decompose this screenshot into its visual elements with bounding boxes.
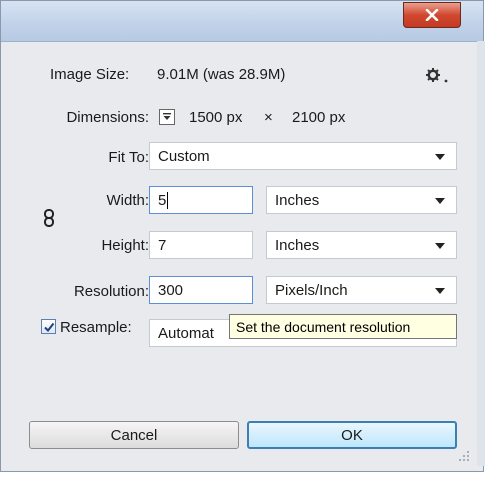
width-input[interactable]: 5 [149, 186, 253, 214]
gear-icon [426, 68, 448, 83]
cancel-button[interactable]: Cancel [29, 421, 239, 449]
chevron-down-icon [435, 243, 445, 249]
height-value: 7 [158, 236, 167, 254]
resize-grip[interactable] [457, 449, 471, 463]
resize-grip-icon [459, 451, 469, 461]
resolution-label: Resolution: [73, 283, 149, 300]
dropdown-toggle-icon [163, 113, 171, 120]
image-size-label: Image Size: [50, 66, 130, 83]
tooltip: Set the document resolution [229, 314, 457, 339]
width-label: Width: [106, 192, 149, 209]
width-unit-value: Inches [275, 191, 320, 209]
resolution-unit-value: Pixels/Inch [275, 281, 348, 299]
height-unit-select[interactable]: Inches [266, 231, 457, 259]
checkmark-icon [43, 322, 54, 332]
dimensions-label: Dimensions: [66, 109, 149, 126]
dimensions-unit-toggle[interactable] [159, 109, 175, 125]
settings-menu-button[interactable] [425, 65, 451, 85]
width-value: 5 [158, 191, 167, 209]
resample-checkbox[interactable] [41, 319, 56, 334]
height-input[interactable]: 7 [149, 231, 253, 259]
chevron-down-icon [435, 154, 445, 160]
chevron-down-icon [435, 198, 445, 204]
ok-button[interactable]: OK [247, 421, 457, 449]
image-size-value: 9.01M (was 28.9M) [157, 66, 286, 83]
constrain-proportions-toggle[interactable] [42, 208, 56, 228]
chain-link-icon [44, 209, 54, 227]
close-icon [425, 9, 439, 21]
dimensions-height-value: 2100 px [292, 109, 346, 126]
window-edge [477, 41, 485, 466]
text-cursor [167, 191, 169, 209]
resolution-input[interactable]: 300 [149, 276, 253, 304]
fit-to-select[interactable]: Custom [149, 142, 457, 170]
close-button[interactable] [403, 2, 461, 28]
fit-to-value: Custom [158, 147, 210, 165]
resample-value: Automat [158, 324, 214, 342]
height-unit-value: Inches [275, 236, 320, 254]
image-size-dialog: Image Size: 9.01M (was 28.9M) Dimensions… [0, 0, 485, 472]
dimensions-times: × [264, 109, 273, 126]
width-unit-select[interactable]: Inches [266, 186, 457, 214]
chevron-down-icon [435, 288, 445, 294]
dimensions-width-value: 1500 px [189, 109, 243, 126]
height-label: Height: [101, 237, 149, 254]
resolution-value: 300 [158, 281, 184, 299]
title-bar [1, 1, 483, 42]
resample-label: Resample: [60, 319, 132, 336]
resolution-unit-select[interactable]: Pixels/Inch [266, 276, 457, 304]
fit-to-label: Fit To: [108, 149, 149, 166]
